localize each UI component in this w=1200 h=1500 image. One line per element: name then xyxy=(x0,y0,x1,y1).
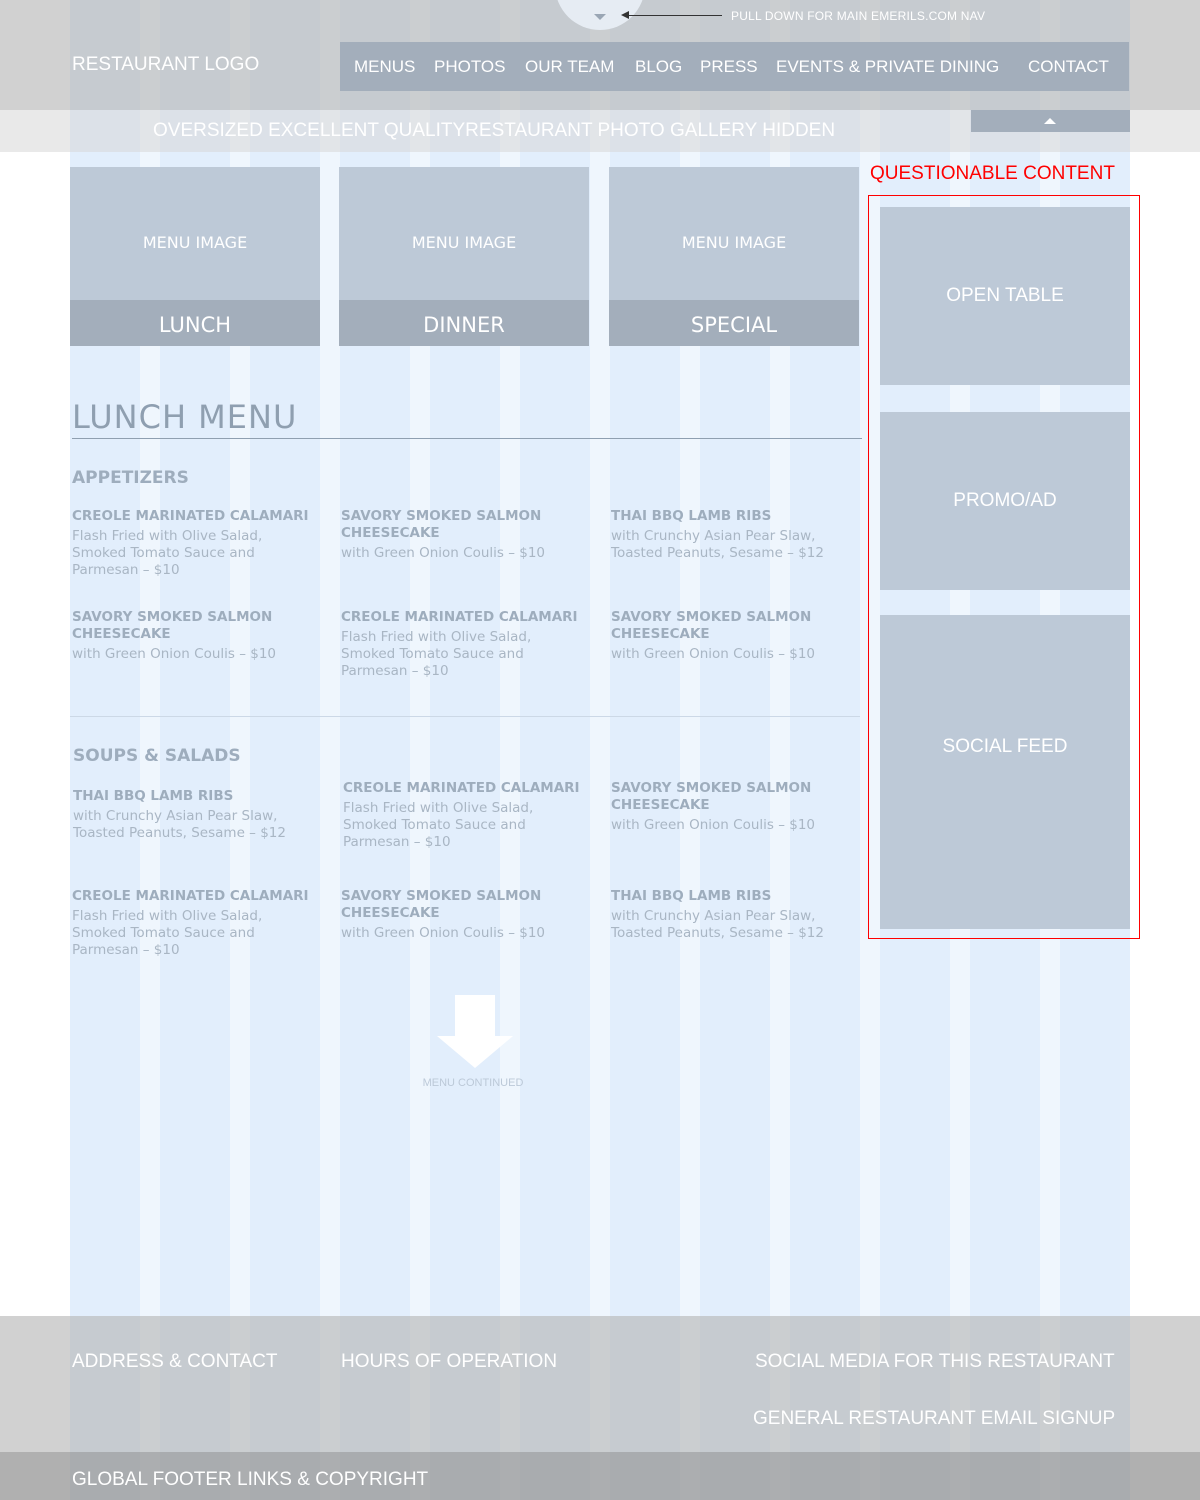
menu-card-lunch[interactable]: MENU IMAGE LUNCH xyxy=(70,167,320,346)
main-nav: MENUS PHOTOS OUR TEAM BLOG PRESS EVENTS … xyxy=(340,42,1129,91)
menu-item-name: SAVORY SMOKED SALMON CHEESECAKE xyxy=(341,508,542,541)
menu-item-desc: with Green Onion Coulis – $10 xyxy=(611,646,816,662)
menu-item-desc: Flash Fried with Olive Salad, Smoked Tom… xyxy=(343,800,534,850)
chevron-down-icon[interactable] xyxy=(594,14,606,20)
menu-item: SAVORY SMOKED SALMON CHEESECAKE with Gre… xyxy=(611,780,851,834)
menu-item-desc: Flash Fried with Olive Salad, Smoked Tom… xyxy=(72,528,263,578)
menu-item: THAI BBQ LAMB RIBS with Crunchy Asian Pe… xyxy=(73,788,313,842)
menu-item-name: SAVORY SMOKED SALMON CHEESECAKE xyxy=(72,609,273,642)
menu-item-name: CREOLE MARINATED CALAMARI xyxy=(72,888,309,904)
questionable-content-label: QUESTIONABLE CONTENT xyxy=(870,163,1115,184)
menu-item-name: CREOLE MARINATED CALAMARI xyxy=(72,508,309,524)
menu-item-desc: with Crunchy Asian Pear Slaw, Toasted Pe… xyxy=(73,808,286,841)
menu-item-name: THAI BBQ LAMB RIBS xyxy=(611,888,772,904)
gallery-caption: OVERSIZED EXCELLENT QUALITYRESTAURANT PH… xyxy=(153,120,836,141)
soups-salads-heading: SOUPS & SALADS xyxy=(73,746,241,766)
footer-address[interactable]: ADDRESS & CONTACT xyxy=(72,1351,278,1373)
menu-card-label: DINNER xyxy=(423,313,505,337)
menu-continued-label[interactable]: MENU CONTINUED xyxy=(402,1077,544,1089)
appetizers-heading: APPETIZERS xyxy=(72,468,189,488)
nav-item-press[interactable]: PRESS xyxy=(700,57,758,77)
nav-item-our-team[interactable]: OUR TEAM xyxy=(525,57,614,77)
footer-social-media[interactable]: SOCIAL MEDIA FOR THIS RESTAURANT xyxy=(755,1351,1115,1373)
nav-item-menus[interactable]: MENUS xyxy=(354,57,415,77)
menu-item-desc: with Crunchy Asian Pear Slaw, Toasted Pe… xyxy=(611,908,824,941)
open-table-widget[interactable]: OPEN TABLE xyxy=(880,207,1130,385)
menu-item: SAVORY SMOKED SALMON CHEESECAKE with Gre… xyxy=(341,888,581,942)
nav-item-contact[interactable]: CONTACT xyxy=(1028,57,1109,77)
menu-item-desc: with Green Onion Coulis – $10 xyxy=(611,817,816,833)
down-arrow-head-icon[interactable] xyxy=(437,1036,513,1068)
menu-item-desc: with Green Onion Coulis – $10 xyxy=(341,925,546,941)
footer-hours[interactable]: HOURS OF OPERATION xyxy=(341,1351,557,1373)
menu-item-name: CREOLE MARINATED CALAMARI xyxy=(343,780,580,796)
arrow-head-icon xyxy=(621,11,629,19)
menu-item-name: THAI BBQ LAMB RIBS xyxy=(611,508,772,524)
menu-item: SAVORY SMOKED SALMON CHEESECAKE with Gre… xyxy=(341,508,581,562)
menu-item-name: SAVORY SMOKED SALMON CHEESECAKE xyxy=(611,780,812,813)
menu-card-special[interactable]: MENU IMAGE SPECIAL xyxy=(609,167,859,346)
menu-card-bar: SPECIAL xyxy=(609,300,859,346)
title-divider xyxy=(72,438,862,439)
menu-card-bar: LUNCH xyxy=(70,300,320,346)
social-feed-widget[interactable]: SOCIAL FEED xyxy=(880,615,1130,929)
menu-item: CREOLE MARINATED CALAMARI Flash Fried wi… xyxy=(72,508,312,579)
menu-item: THAI BBQ LAMB RIBS with Crunchy Asian Pe… xyxy=(611,508,851,562)
section-divider xyxy=(70,716,860,717)
widget-label: PROMO/AD xyxy=(953,490,1057,511)
global-footer: GLOBAL FOOTER LINKS & COPYRIGHT xyxy=(0,1452,1200,1500)
promo-ad-widget[interactable]: PROMO/AD xyxy=(880,412,1130,590)
menu-item: CREOLE MARINATED CALAMARI Flash Fried wi… xyxy=(341,609,581,680)
menu-item-desc: with Green Onion Coulis – $10 xyxy=(341,545,546,561)
restaurant-logo[interactable]: RESTAURANT LOGO xyxy=(72,54,259,76)
footer-email-signup[interactable]: GENERAL RESTAURANT EMAIL SIGNUP xyxy=(753,1408,1115,1430)
menu-card-label: SPECIAL xyxy=(690,313,778,337)
pull-down-note: PULL DOWN FOR MAIN EMERILS.COM NAV xyxy=(731,9,986,23)
nav-item-events[interactable]: EVENTS & PRIVATE DINING xyxy=(776,57,999,77)
menu-item-name: THAI BBQ LAMB RIBS xyxy=(73,788,234,804)
menu-card-label: LUNCH xyxy=(158,313,232,337)
widget-label: SOCIAL FEED xyxy=(942,736,1068,757)
menu-item-desc: Flash Fried with Olive Salad, Smoked Tom… xyxy=(341,629,532,679)
menu-item-name: SAVORY SMOKED SALMON CHEESECAKE xyxy=(341,888,542,921)
menu-item: CREOLE MARINATED CALAMARI Flash Fried wi… xyxy=(343,780,583,851)
menu-item-desc: with Crunchy Asian Pear Slaw, Toasted Pe… xyxy=(611,528,824,561)
menu-item: SAVORY SMOKED SALMON CHEESECAKE with Gre… xyxy=(72,609,312,663)
menu-card-dinner[interactable]: MENU IMAGE DINNER xyxy=(339,167,589,346)
menu-item-name: CREOLE MARINATED CALAMARI xyxy=(341,609,578,625)
menu-item-name: SAVORY SMOKED SALMON CHEESECAKE xyxy=(611,609,812,642)
widget-label: OPEN TABLE xyxy=(946,285,1064,306)
menu-image-placeholder: MENU IMAGE xyxy=(411,233,517,252)
global-footer-links[interactable]: GLOBAL FOOTER LINKS & COPYRIGHT xyxy=(72,1469,428,1491)
arrow-left-icon xyxy=(624,15,722,16)
lunch-menu-title: LUNCH MENU xyxy=(72,398,298,436)
down-arrow-icon[interactable] xyxy=(455,995,495,1037)
nav-item-photos[interactable]: PHOTOS xyxy=(434,57,505,77)
menu-image-placeholder: MENU IMAGE xyxy=(681,233,787,252)
menu-item: CREOLE MARINATED CALAMARI Flash Fried wi… xyxy=(72,888,312,959)
menu-card-bar: DINNER xyxy=(339,300,589,346)
menu-item: THAI BBQ LAMB RIBS with Crunchy Asian Pe… xyxy=(611,888,851,942)
nav-item-blog[interactable]: BLOG xyxy=(635,57,682,77)
menu-item-desc: Flash Fried with Olive Salad, Smoked Tom… xyxy=(72,908,263,958)
menu-image-placeholder: MENU IMAGE xyxy=(142,233,248,252)
chevron-up-icon[interactable] xyxy=(1044,118,1056,124)
menu-item-desc: with Green Onion Coulis – $10 xyxy=(72,646,277,662)
menu-item: SAVORY SMOKED SALMON CHEESECAKE with Gre… xyxy=(611,609,851,663)
site-footer: ADDRESS & CONTACT HOURS OF OPERATION SOC… xyxy=(0,1316,1200,1452)
